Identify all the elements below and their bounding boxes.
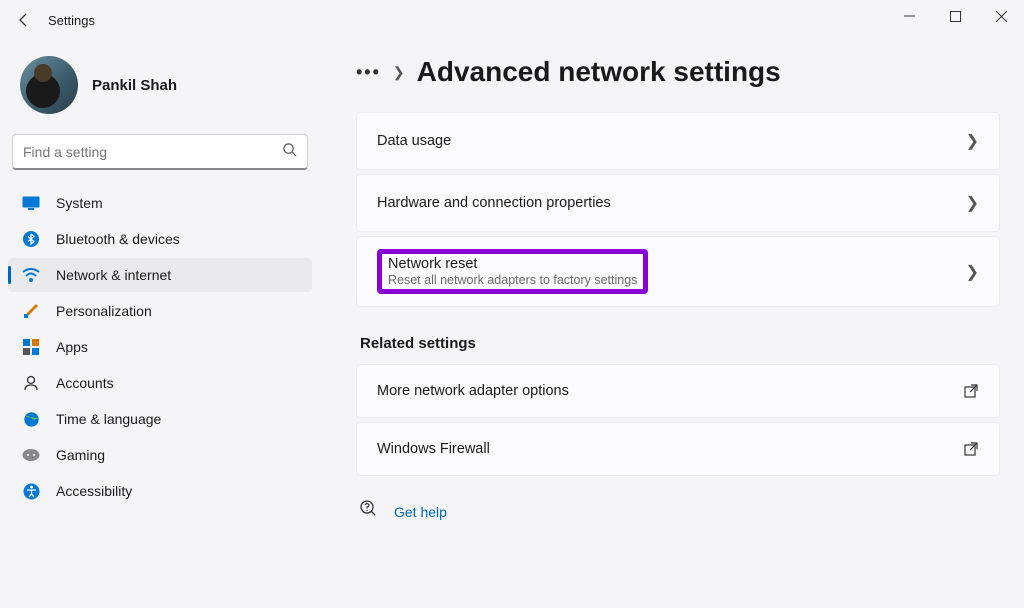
nav-label: System (56, 195, 103, 211)
page-title: Advanced network settings (417, 56, 781, 88)
nav: System Bluetooth & devices Network & int… (8, 186, 312, 508)
maximize-button[interactable] (932, 0, 978, 32)
highlight-annotation: Network reset Reset all network adapters… (377, 249, 648, 294)
card-adapter-options[interactable]: More network adapter options (356, 364, 1000, 418)
card-subtitle: Reset all network adapters to factory se… (388, 273, 637, 287)
search-box[interactable] (12, 134, 308, 170)
nav-network[interactable]: Network & internet (8, 258, 312, 292)
apps-icon (22, 338, 40, 356)
nav-system[interactable]: System (8, 186, 312, 220)
bluetooth-icon (22, 230, 40, 248)
nav-label: Network & internet (56, 267, 171, 283)
globe-icon (22, 410, 40, 428)
nav-label: Personalization (56, 303, 152, 319)
chevron-right-icon: ❯ (966, 262, 979, 282)
minimize-button[interactable] (886, 0, 932, 32)
nav-label: Time & language (56, 411, 161, 427)
nav-gaming[interactable]: Gaming (8, 438, 312, 472)
nav-label: Accessibility (56, 483, 132, 499)
get-help[interactable]: Get help (356, 500, 1000, 523)
avatar (20, 56, 78, 114)
card-windows-firewall[interactable]: Windows Firewall (356, 422, 1000, 476)
help-icon (360, 500, 378, 523)
card-title: More network adapter options (377, 383, 569, 399)
breadcrumb-ellipsis[interactable]: ••• (356, 62, 381, 83)
system-icon (22, 194, 40, 212)
nav-accounts[interactable]: Accounts (8, 366, 312, 400)
username: Pankil Shah (92, 77, 177, 94)
external-link-icon (963, 441, 979, 457)
search-input[interactable] (23, 144, 282, 160)
section-heading: Related settings (360, 335, 1000, 352)
window-title: Settings (48, 13, 95, 28)
wifi-icon (22, 266, 40, 284)
chevron-right-icon: ❯ (966, 193, 979, 213)
card-data-usage[interactable]: Data usage ❯ (356, 112, 1000, 170)
close-button[interactable] (978, 0, 1024, 32)
card-title: Hardware and connection properties (377, 195, 611, 211)
card-network-reset[interactable]: Network reset Reset all network adapters… (356, 236, 1000, 307)
card-title: Network reset (388, 256, 637, 272)
main-content: ••• ❯ Advanced network settings Data usa… (320, 40, 1024, 608)
help-link[interactable]: Get help (394, 504, 447, 520)
chevron-right-icon: ❯ (966, 131, 979, 151)
person-icon (22, 374, 40, 392)
sidebar: Pankil Shah System Bluetooth & devices N… (0, 40, 320, 608)
chevron-right-icon: ❯ (393, 64, 405, 81)
nav-accessibility[interactable]: Accessibility (8, 474, 312, 508)
nav-label: Bluetooth & devices (56, 231, 180, 247)
nav-label: Apps (56, 339, 88, 355)
search-icon (282, 142, 297, 162)
nav-apps[interactable]: Apps (8, 330, 312, 364)
card-title: Windows Firewall (377, 441, 490, 457)
external-link-icon (963, 383, 979, 399)
gaming-icon (22, 446, 40, 464)
nav-label: Gaming (56, 447, 105, 463)
nav-label: Accounts (56, 375, 114, 391)
nav-personalization[interactable]: Personalization (8, 294, 312, 328)
card-hardware-properties[interactable]: Hardware and connection properties ❯ (356, 174, 1000, 232)
breadcrumb: ••• ❯ Advanced network settings (356, 56, 1000, 88)
profile[interactable]: Pankil Shah (8, 40, 312, 134)
back-button[interactable] (8, 4, 40, 36)
brush-icon (22, 302, 40, 320)
accessibility-icon (22, 482, 40, 500)
nav-time[interactable]: Time & language (8, 402, 312, 436)
card-title: Data usage (377, 133, 451, 149)
nav-bluetooth[interactable]: Bluetooth & devices (8, 222, 312, 256)
